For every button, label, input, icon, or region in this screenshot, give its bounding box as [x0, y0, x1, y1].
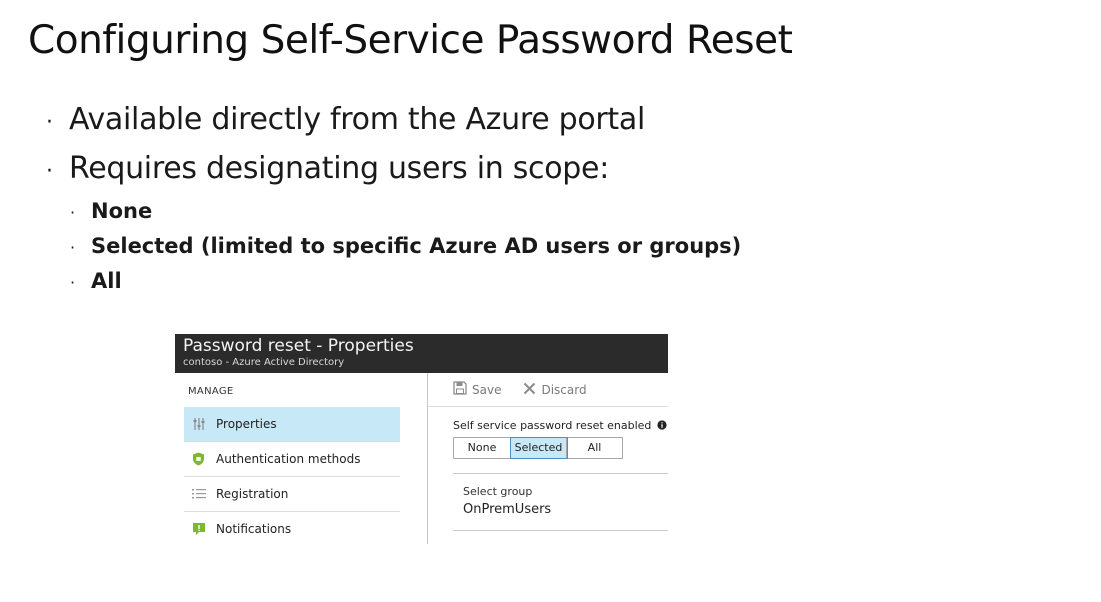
blade-subtitle: contoso - Azure Active Directory — [183, 357, 345, 368]
close-icon — [523, 382, 536, 398]
bullet-item: · Requires designating users in scope: — [46, 147, 741, 196]
nav-item-label: Authentication methods — [216, 452, 361, 466]
slide-title: Configuring Self-Service Password Reset — [28, 18, 793, 63]
blade-title: Password reset - Properties — [183, 336, 414, 356]
sub-bullet-item: · All — [70, 266, 741, 301]
nav-item-registration[interactable]: Registration — [184, 477, 400, 512]
sub-bullet-text: Selected (limited to specific Azure AD u… — [91, 234, 742, 258]
portal-screenshot: Password reset - Properties contoso - Az… — [175, 334, 668, 544]
sspr-enabled-label: Self service password reset enabled — [453, 419, 667, 433]
sspr-enabled-text: Self service password reset enabled — [453, 419, 652, 432]
bullet-dot: · — [70, 238, 76, 257]
manage-section-label: MANAGE — [188, 386, 234, 397]
discard-button[interactable]: Discard — [523, 382, 587, 398]
bullet-text: Requires designating users in scope: — [69, 151, 610, 186]
notification-icon — [192, 522, 216, 536]
sspr-option-all[interactable]: All — [567, 438, 622, 458]
bullet-item: · Available directly from the Azure port… — [46, 98, 741, 147]
info-icon[interactable] — [657, 420, 667, 433]
bullet-dot: · — [70, 273, 76, 292]
bullet-dot: · — [70, 203, 76, 222]
command-bar: Save Discard — [428, 373, 668, 407]
bullet-dot: · — [46, 110, 53, 135]
divider — [453, 530, 668, 531]
blade-content: Save Discard Self service password reset… — [428, 373, 668, 544]
nav-item-notifications[interactable]: Notifications — [184, 512, 400, 546]
discard-label: Discard — [541, 382, 587, 397]
bullet-text: Available directly from the Azure portal — [69, 102, 646, 137]
nav-item-label: Properties — [216, 417, 277, 431]
sspr-option-none[interactable]: None — [454, 438, 511, 458]
sub-bullet-item: · None — [70, 196, 741, 231]
select-group-value[interactable]: OnPremUsers — [463, 502, 551, 517]
nav-item-label: Notifications — [216, 522, 292, 536]
shield-icon — [192, 452, 216, 466]
bullet-list: · Available directly from the Azure port… — [46, 98, 741, 301]
nav-item-authentication-methods[interactable]: Authentication methods — [184, 442, 400, 477]
sliders-icon — [192, 417, 216, 431]
nav-item-properties[interactable]: Properties — [184, 407, 400, 442]
blade-header: Password reset - Properties contoso - Az… — [175, 334, 668, 373]
blade-menu: MANAGE Properties Authentication methods… — [175, 373, 428, 544]
bullet-dot: · — [46, 159, 53, 184]
save-button[interactable]: Save — [453, 381, 501, 398]
divider — [453, 473, 668, 474]
list-icon — [192, 488, 216, 500]
sub-bullet-text: None — [91, 199, 153, 223]
sspr-option-selected[interactable]: Selected — [510, 437, 568, 459]
sspr-scope-selector: None Selected All — [453, 437, 623, 459]
sub-bullet-item: · Selected (limited to specific Azure AD… — [70, 231, 741, 266]
select-group-label: Select group — [463, 485, 533, 498]
sub-bullet-list: · None · Selected (limited to specific A… — [70, 196, 741, 301]
nav-item-label: Registration — [216, 487, 289, 501]
save-label: Save — [472, 382, 502, 397]
save-icon — [453, 381, 467, 398]
sub-bullet-text: All — [91, 269, 122, 293]
